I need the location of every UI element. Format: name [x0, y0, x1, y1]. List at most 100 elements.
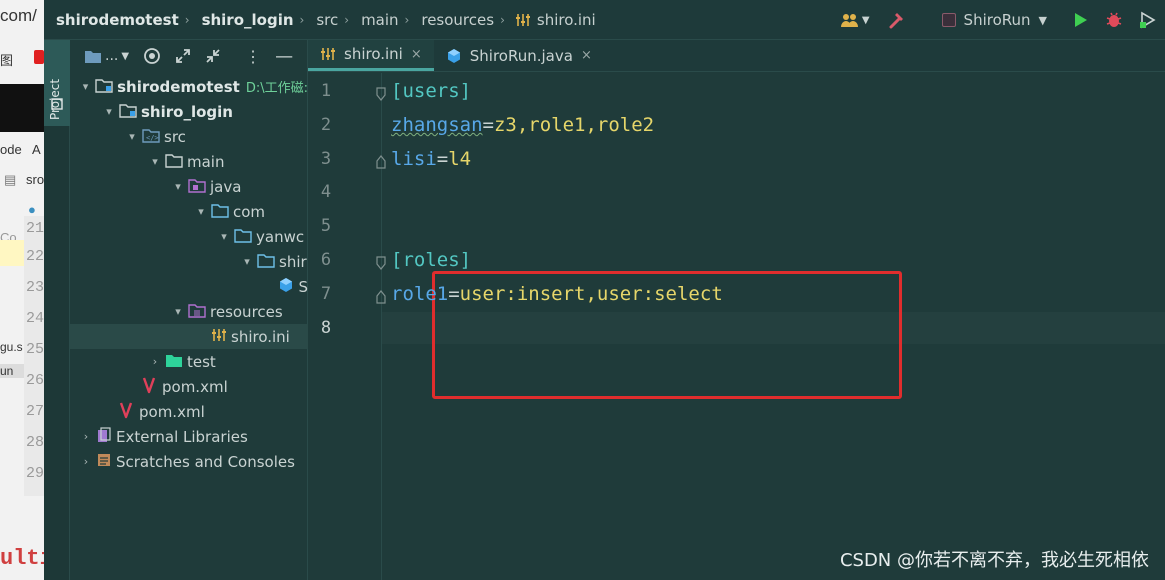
vcs-users-button[interactable]: ▼ [840, 12, 870, 28]
background-line-number: 26 [26, 372, 44, 389]
watermark: CSDN @你若不离不弃，我必生死相依 [839, 550, 1149, 571]
ini-key: role1 [391, 282, 449, 305]
tree-item-pom-xml[interactable]: pom.xml [70, 374, 308, 399]
tree-item-shir[interactable]: ▾ shir [70, 249, 308, 274]
tab-shirorun-java[interactable]: ShiroRun.java × [434, 40, 604, 71]
ini-file-icon [321, 48, 335, 60]
tree-item-label: pom.xml [139, 402, 205, 421]
coverage-button-icon[interactable] [1139, 11, 1157, 29]
chevron-right-icon[interactable]: › [147, 355, 163, 368]
tree-item-test[interactable]: › test [70, 349, 308, 374]
background-text: ode [0, 142, 22, 157]
code-line: zhangsan=z3,role1,role2 [391, 108, 654, 142]
breadcrumb-main[interactable]: main [349, 11, 398, 29]
tab-label: ShiroRun.java [469, 46, 573, 65]
tree-item-label: pom.xml [162, 377, 228, 396]
chevron-right-icon[interactable]: › [78, 430, 94, 443]
tree-item-label: src [164, 127, 186, 146]
chevron-down-icon[interactable]: ▾ [78, 80, 93, 93]
chevron-right-icon: › [404, 12, 410, 27]
breadcrumb-resources[interactable]: resources [409, 11, 494, 29]
tree-item-shirodemotest[interactable]: ▾ shirodemotest D:\工作磁: [70, 74, 308, 99]
close-icon[interactable]: × [411, 47, 422, 62]
tab-shiro-ini[interactable]: shiro.ini × [308, 40, 434, 71]
tree-item-label: test [187, 352, 216, 371]
background-line-number: 21 [26, 220, 44, 237]
hide-panel-icon[interactable]: — [275, 46, 293, 67]
chevron-down-icon[interactable]: ▾ [216, 230, 232, 243]
background-line-number: 28 [26, 434, 44, 451]
editor-tab-bar: shiro.ini × ShiroRun.java × [308, 40, 1165, 72]
code-line: role1=user:insert,user:select [391, 277, 723, 311]
chevron-down-icon[interactable]: ▾ [170, 305, 186, 318]
chevron-down-icon[interactable]: ▾ [239, 255, 255, 268]
tree-item-shiro-login[interactable]: ▾ shiro_login [70, 99, 308, 124]
module-folder-icon [119, 102, 137, 122]
hammer-icon[interactable] [888, 10, 908, 30]
background-text: gu.s [0, 340, 23, 354]
project-view-selector[interactable]: ... ▼ [84, 48, 129, 64]
chevron-down-icon[interactable]: ▾ [101, 105, 117, 118]
chevron-down-icon: ▼ [861, 14, 870, 26]
line-number: 4 [320, 182, 332, 203]
tree-item-resources[interactable]: ▾ resources [70, 299, 308, 324]
run-button-icon[interactable] [1071, 11, 1089, 29]
tree-item-java[interactable]: ▾ java [70, 174, 308, 199]
source-folder-icon: </> [142, 127, 160, 147]
locate-file-icon[interactable] [143, 47, 161, 65]
run-configuration-select[interactable]: ShiroRun ▼ [932, 6, 1057, 34]
breadcrumb-file[interactable]: shiro.ini [505, 11, 596, 29]
chevron-down-icon: ▼ [121, 50, 130, 62]
toolbar-right: ▼ ShiroRun ▼ [840, 0, 1165, 40]
tree-item-label: External Libraries [116, 427, 248, 446]
background-dark-block [0, 84, 44, 132]
java-source-folder-icon [188, 177, 206, 197]
close-icon[interactable]: × [581, 48, 592, 63]
expand-all-icon[interactable] [175, 48, 191, 64]
run-config-icon [941, 13, 956, 27]
tree-item-shiro-ini[interactable]: shiro.ini [70, 324, 308, 349]
chevron-right-icon[interactable]: › [78, 455, 94, 468]
collapse-all-icon[interactable] [205, 48, 221, 64]
chevron-down-icon[interactable]: ▾ [147, 155, 163, 168]
tree-item-yanwc[interactable]: ▾ yanwc [70, 224, 308, 249]
chevron-down-icon[interactable]: ▾ [124, 130, 140, 143]
tree-item-src[interactable]: ▾ </> src [70, 124, 308, 149]
maven-icon [119, 401, 135, 423]
line-number: 3 [320, 148, 332, 169]
ini-equals: = [436, 147, 449, 170]
tree-item-label: main [187, 152, 225, 171]
svg-text:</>: </> [146, 134, 159, 142]
line-number: 7 [320, 283, 332, 304]
chevron-down-icon[interactable]: ▾ [170, 180, 186, 193]
tree-item-main[interactable]: ▾ main [70, 149, 308, 174]
tree-item-scratches-and-consoles[interactable]: › Scratches and Consoles [70, 449, 308, 474]
breadcrumb-module[interactable]: shiro_login [190, 11, 294, 29]
debug-button-icon[interactable] [1105, 11, 1123, 29]
line-number: 2 [320, 114, 332, 135]
tree-item-pom-xml[interactable]: pom.xml [70, 399, 308, 424]
tree-item-label: shiro.ini [231, 327, 290, 346]
more-options-icon[interactable]: ⋮ [245, 47, 261, 66]
java-class-icon [278, 277, 294, 297]
ini-file-icon [515, 13, 530, 26]
code-editor[interactable]: [users] zhangsan=z3,role1,role2 lisi=l4 [ro… [382, 73, 1165, 580]
chevron-right-icon: › [500, 12, 505, 27]
tree-item-label: shir [279, 252, 307, 271]
line-number-gutter: 1 2 3 4 5 6 7 8 [308, 73, 386, 580]
chevron-down-icon[interactable]: ▾ [193, 205, 209, 218]
folder-icon [165, 152, 183, 172]
ini-key: zhangsan [391, 113, 483, 136]
ini-value: user:insert,user:select [459, 282, 723, 305]
breadcrumb-file-label: shiro.ini [536, 10, 596, 29]
tree-item-s[interactable]: S [70, 274, 308, 299]
package-icon [211, 202, 229, 222]
breadcrumb-project[interactable]: shirodemotest [44, 11, 179, 29]
resources-folder-icon [188, 302, 206, 322]
line-number: 5 [320, 216, 332, 237]
tree-item-external-libraries[interactable]: › External Libraries [70, 424, 308, 449]
tree-item-com[interactable]: ▾ com [70, 199, 308, 224]
code-line: [users] [391, 74, 471, 108]
breadcrumb-src[interactable]: src [304, 11, 338, 29]
project-tool-window-tab[interactable]: Project [44, 40, 70, 126]
